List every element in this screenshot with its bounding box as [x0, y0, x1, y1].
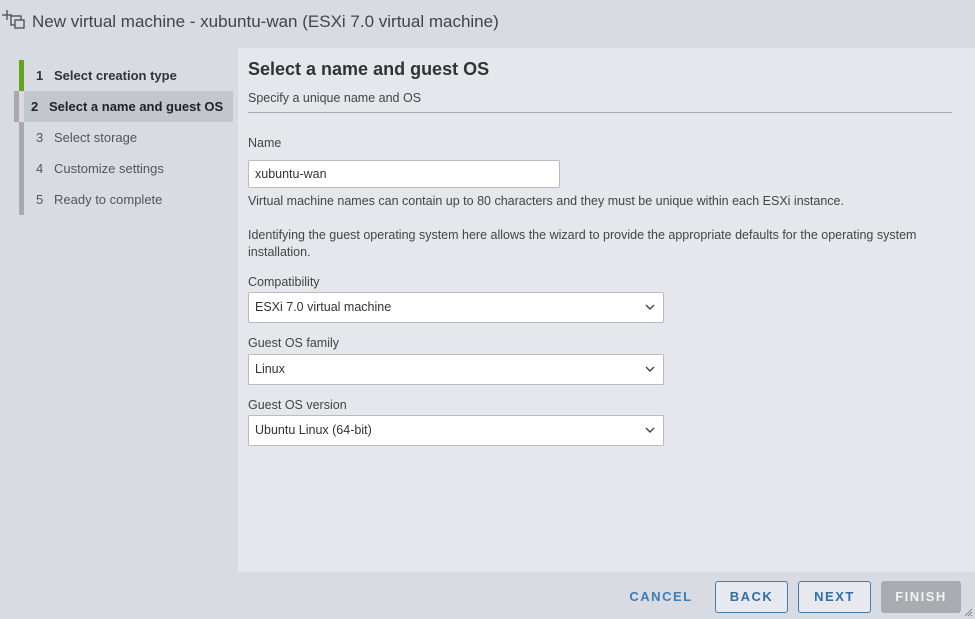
wizard-step-customize-settings[interactable]: 4 Customize settings — [19, 153, 238, 184]
wizard-content-panel: Select a name and guest OS Specify a uni… — [238, 48, 975, 572]
new-vm-wizard-dialog: New virtual machine - xubuntu-wan (ESXi … — [0, 0, 975, 619]
wizard-step-ready-to-complete[interactable]: 5 Ready to complete — [19, 184, 238, 215]
page-title: Select a name and guest OS — [248, 59, 490, 79]
step-number: 4 — [36, 161, 44, 176]
wizard-steps-sidebar: 1 Select creation type 2 Select a name and… — [0, 48, 238, 572]
step-label: Select a name and guest OS — [49, 99, 224, 114]
next-button[interactable]: NEXT — [798, 581, 871, 613]
resize-grip-icon[interactable] — [963, 607, 973, 617]
wizard-step-select-storage[interactable]: 3 Select storage — [19, 122, 238, 153]
header-divider — [248, 112, 952, 113]
wizard-step-select-name-and-guest-os[interactable]: 2 Select a name and guest OS — [14, 91, 233, 122]
back-button[interactable]: BACK — [715, 581, 788, 613]
step-label: Select storage — [54, 130, 138, 145]
guest-os-version-value: Ubuntu Linux (64-bit) — [255, 423, 372, 437]
dialog-title: New virtual machine - xubuntu-wan (ESXi … — [32, 12, 499, 31]
chevron-down-icon — [645, 304, 655, 310]
finish-button[interactable]: FINISH — [881, 581, 961, 613]
name-help-text: Virtual machine names can contain up to … — [248, 194, 844, 208]
guest-os-version-label: Guest OS version — [248, 398, 347, 412]
step-label: Ready to complete — [54, 192, 163, 207]
chevron-down-icon — [645, 366, 655, 372]
wizard-steps-list: 1 Select creation type 2 Select a name and… — [14, 60, 238, 215]
step-label: Select creation type — [54, 68, 177, 83]
guest-os-family-label: Guest OS family — [248, 336, 339, 350]
guest-os-family-select[interactable]: Linux — [248, 354, 664, 385]
title-bar: New virtual machine - xubuntu-wan (ESXi … — [0, 0, 975, 48]
step-number: 5 — [36, 192, 44, 207]
compatibility-select[interactable]: ESXi 7.0 virtual machine — [248, 292, 664, 323]
wizard-step-select-creation-type[interactable]: 1 Select creation type — [19, 60, 238, 91]
step-number: 2 — [31, 99, 39, 114]
compatibility-value: ESXi 7.0 virtual machine — [255, 300, 392, 314]
vm-name-input[interactable] — [248, 160, 560, 188]
guest-os-version-select[interactable]: Ubuntu Linux (64-bit) — [248, 415, 664, 446]
new-vm-icon — [2, 10, 25, 29]
name-label: Name — [248, 136, 282, 150]
compatibility-label: Compatibility — [248, 275, 320, 289]
chevron-down-icon — [645, 427, 655, 433]
page-subtitle: Specify a unique name and OS — [248, 91, 422, 105]
guest-os-family-value: Linux — [255, 362, 285, 376]
cancel-button[interactable]: CANCEL — [620, 581, 702, 613]
step-number: 1 — [36, 68, 44, 83]
step-label: Customize settings — [54, 161, 164, 176]
step-number: 3 — [36, 130, 44, 145]
wizard-footer: CANCEL BACK NEXT FINISH — [0, 572, 975, 619]
guest-os-help-text: Identifying the guest operating system h… — [248, 228, 917, 259]
